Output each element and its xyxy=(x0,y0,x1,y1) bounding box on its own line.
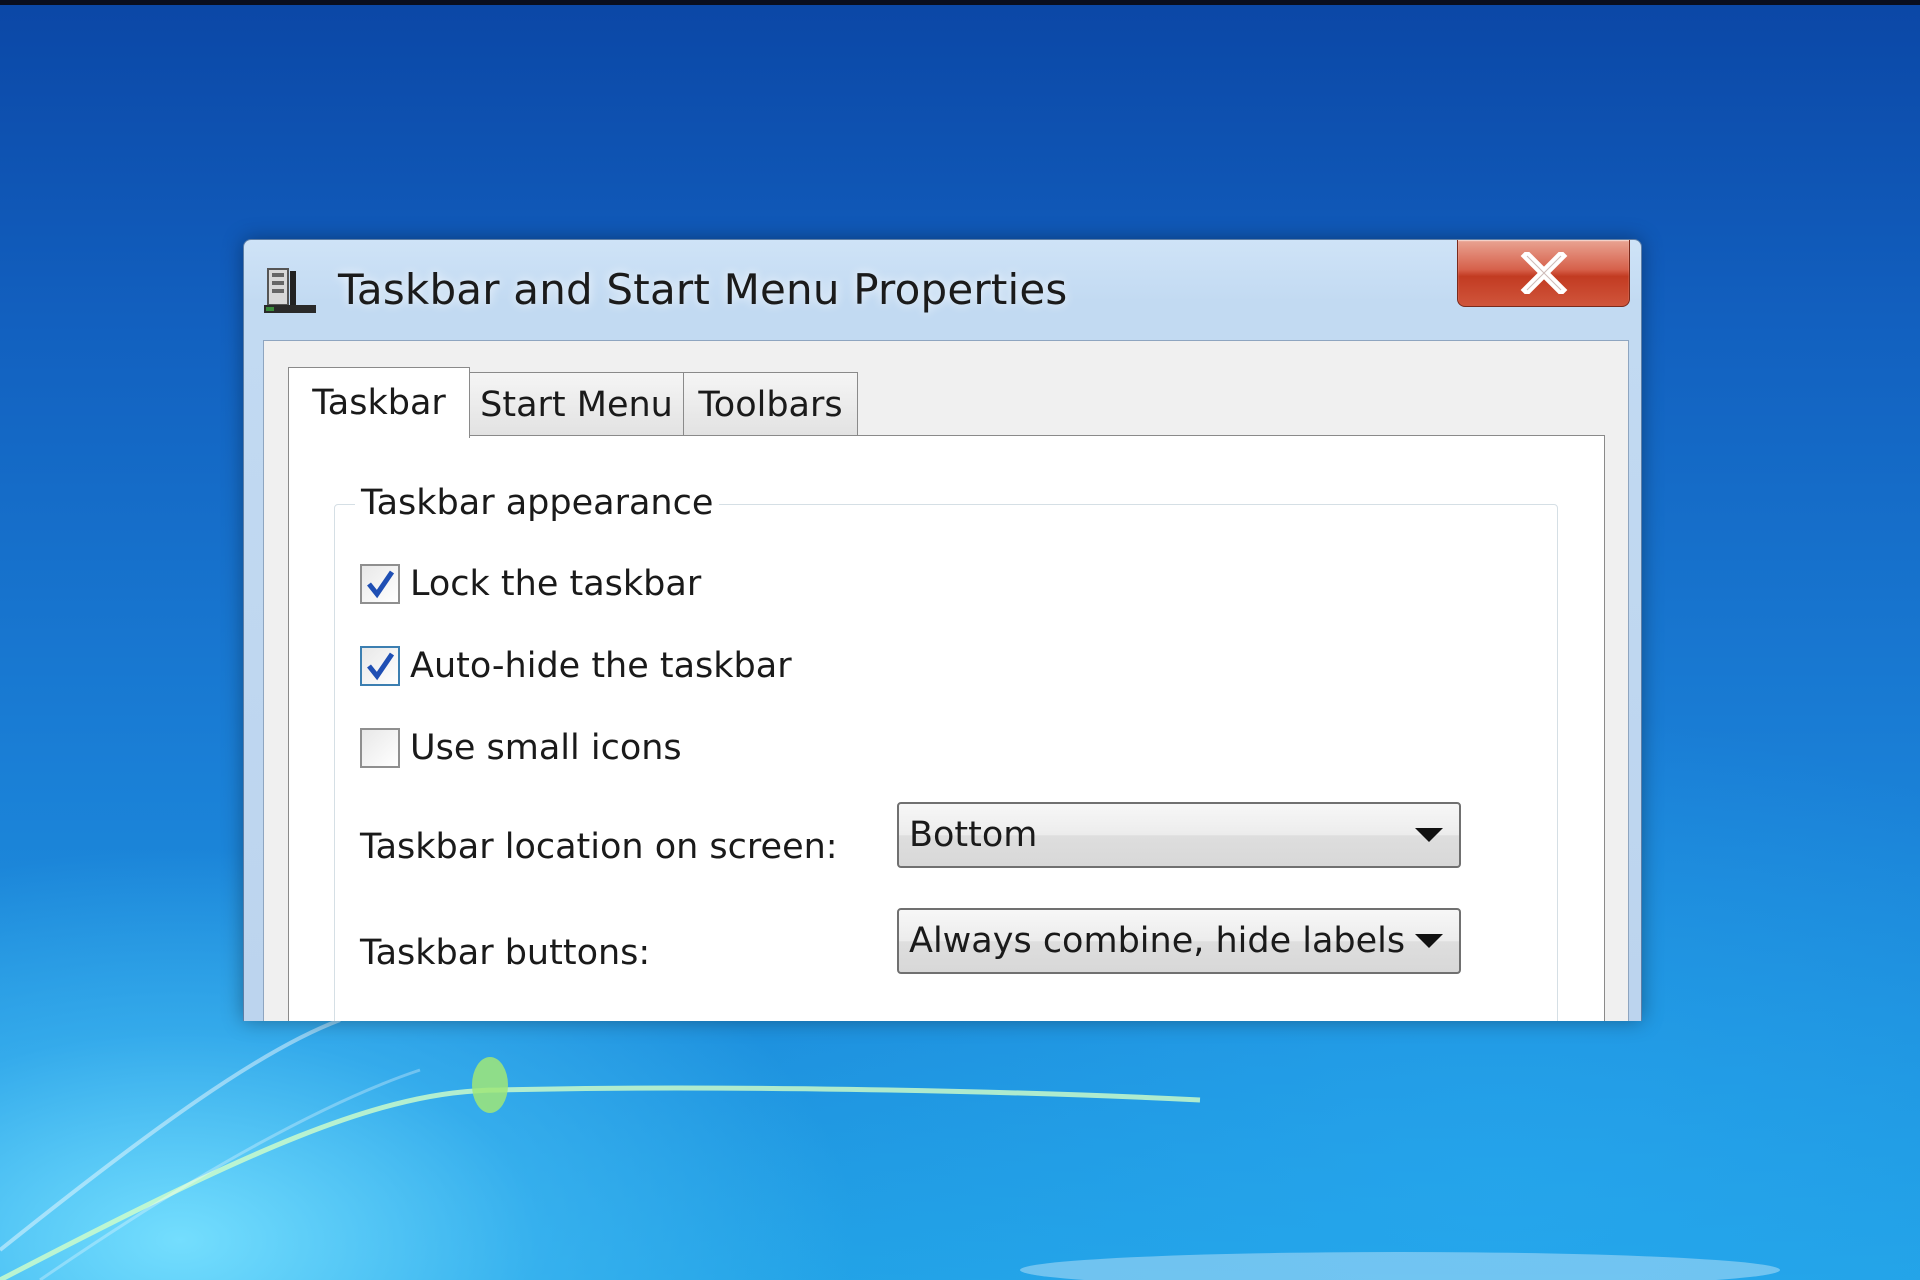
dialog-client-area: Taskbar Start Menu Toolbars Taskbar appe… xyxy=(263,340,1629,1021)
tab-toolbars-label: Toolbars xyxy=(698,384,843,425)
location-label: Taskbar location on screen: xyxy=(360,827,838,867)
tab-taskbar[interactable]: Taskbar xyxy=(288,367,470,438)
checkmark-icon xyxy=(367,570,395,599)
window-title: Taskbar and Start Menu Properties xyxy=(338,265,1068,314)
taskbar-buttons-select[interactable]: Always combine, hide labels xyxy=(897,908,1461,974)
taskbar-tab-panel: Taskbar appearance Lock the taskbar Auto… xyxy=(288,435,1605,1021)
checkbox-box[interactable] xyxy=(360,728,400,768)
chevron-down-icon xyxy=(1415,934,1443,948)
tab-taskbar-label: Taskbar xyxy=(312,383,446,423)
tab-start-menu-label: Start Menu xyxy=(480,384,673,425)
buttons-label: Taskbar buttons: xyxy=(360,933,651,973)
checkmark-icon xyxy=(367,652,395,681)
tab-toolbars[interactable]: Toolbars xyxy=(683,372,858,436)
location-value: Bottom xyxy=(909,815,1038,855)
lock-taskbar-checkbox[interactable]: Lock the taskbar xyxy=(360,564,701,604)
properties-dialog: Taskbar and Start Menu Properties Taskba… xyxy=(243,239,1642,1021)
chevron-down-icon xyxy=(1415,828,1443,842)
tab-start-menu[interactable]: Start Menu xyxy=(469,372,684,436)
lock-taskbar-label: Lock the taskbar xyxy=(410,564,702,604)
close-button[interactable] xyxy=(1457,240,1630,307)
taskbar-properties-icon xyxy=(264,268,316,313)
group-title: Taskbar appearance xyxy=(355,483,720,523)
taskbar-location-select[interactable]: Bottom xyxy=(897,802,1461,868)
auto-hide-checkbox[interactable]: Auto-hide the taskbar xyxy=(360,646,792,686)
small-icons-checkbox[interactable]: Use small icons xyxy=(360,728,682,768)
small-icons-label: Use small icons xyxy=(410,728,682,768)
close-icon xyxy=(1520,252,1567,294)
buttons-value: Always combine, hide labels xyxy=(909,921,1406,961)
checkbox-box[interactable] xyxy=(360,564,400,604)
auto-hide-label: Auto-hide the taskbar xyxy=(410,646,792,686)
checkbox-box[interactable] xyxy=(360,646,400,686)
